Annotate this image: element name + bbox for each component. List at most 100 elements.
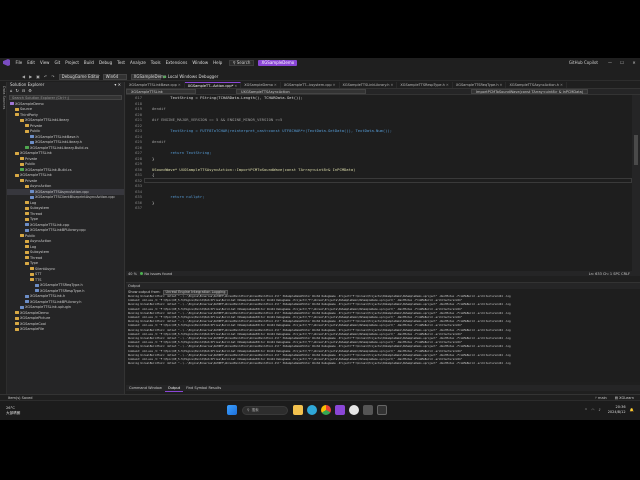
home-icon[interactable]: ⌂ <box>10 88 13 94</box>
document-tab[interactable]: XGSampleTTSLinkBase.cpp ✕ <box>126 82 185 88</box>
menu-item-git[interactable]: Git <box>52 60 63 66</box>
document-tab[interactable]: XGSampleTT...Action.cpp* ✕ <box>184 82 242 89</box>
taskbar-search-icon: ⚲ <box>247 408 250 412</box>
menu-item-window[interactable]: Window <box>190 60 211 66</box>
save-icon[interactable]: ▣ <box>36 74 40 80</box>
platform-dropdown[interactable]: Win64 <box>102 73 127 80</box>
menu-item-build[interactable]: Build <box>81 60 96 66</box>
back-icon[interactable]: ◀ <box>22 74 25 80</box>
tree-item[interactable]: XGSampleFile <box>7 327 124 333</box>
code-area[interactable]: TextString = FString(TCHARData.Length(),… <box>152 95 632 211</box>
folder-icon <box>15 322 19 326</box>
clock[interactable]: 20:36 2024/8/12 <box>608 405 626 414</box>
document-tab[interactable]: XGSampleTTSLinkLibrary.h ✕ <box>340 82 398 88</box>
title-bar: File Edit View Git Project Build Debug Test Anal… <box>0 58 640 67</box>
folder-icon <box>25 184 29 188</box>
settings-icon[interactable]: ⚙ <box>28 88 32 94</box>
tab-close-icon[interactable]: ✕ <box>500 82 503 88</box>
tab-close-icon[interactable]: ✕ <box>234 83 237 89</box>
nav-project-dropdown[interactable]: XGSampleTTSLink <box>126 89 196 94</box>
document-tab[interactable]: XGSampleTTSRespType.h ✕ <box>397 82 453 88</box>
menu-item-view[interactable]: View <box>37 60 52 66</box>
tab-close-icon[interactable]: ✕ <box>333 82 336 88</box>
file-icon <box>25 223 29 227</box>
output-tab[interactable]: Command Window <box>126 385 165 391</box>
refresh-icon[interactable]: ↻ <box>16 88 19 94</box>
windows-start-icon[interactable] <box>227 405 237 415</box>
config-dropdown[interactable]: DebugGame Editor <box>58 73 100 80</box>
output-log[interactable]: Running UnrealBuildTool: dotnet "..\..\E… <box>128 295 630 369</box>
forward-icon[interactable]: ▶ <box>29 74 32 80</box>
search-box[interactable]: ⚲ Search <box>228 59 255 66</box>
folder-icon <box>15 113 19 117</box>
explorer-search-input[interactable]: Search Solution Explorer (Ctrl+;) <box>9 95 122 100</box>
document-tab[interactable]: XGSampleTTSReqType.h ✕ <box>453 82 507 88</box>
collapse-icon[interactable]: ⊟ <box>22 88 25 94</box>
solution-explorer: Solution Explorer ▾ ✕ ⌂ ↻ ⊟ ⚙ Search Sol… <box>7 82 125 394</box>
document-tab[interactable]: XGSampleDemo ✕ <box>241 82 281 88</box>
vs-window: File Edit View Git Project Build Debug Test Anal… <box>0 58 640 420</box>
menu-item-edit[interactable]: Edit <box>25 60 38 66</box>
folder-icon <box>25 124 29 128</box>
document-tab[interactable]: XGSampleTTSAsyncAction.h ✕ <box>506 82 567 88</box>
notification-icon[interactable]: 🔔 <box>630 407 634 413</box>
output-panel: Output Show output from: Unreal Engine I… <box>126 282 640 382</box>
unreal-engine-icon[interactable] <box>349 405 359 415</box>
settings-app-icon[interactable] <box>363 405 373 415</box>
tree-item-label: XGSampleFile <box>20 327 45 332</box>
zoom-level[interactable]: 40 % <box>128 271 137 277</box>
terminal-icon[interactable] <box>377 405 387 415</box>
tab-close-icon[interactable]: ✕ <box>274 82 277 88</box>
editor-scrollbar[interactable] <box>632 95 640 271</box>
close-icon[interactable]: ✕ <box>628 60 640 66</box>
copilot-button[interactable]: GitHub Copilot <box>569 60 598 66</box>
weather-widget[interactable]: 26°C 大部晴朗 <box>6 406 20 415</box>
tab-close-icon[interactable]: ✕ <box>390 82 393 88</box>
run-debugger-button[interactable]: Local Windows Debugger <box>168 74 219 80</box>
tray-chevron-icon[interactable]: ^ <box>584 407 587 413</box>
chrome-icon[interactable] <box>321 405 331 415</box>
menu-item-project[interactable]: Project <box>63 60 82 66</box>
menu-item-analyze[interactable]: Analyze <box>128 60 149 66</box>
volume-icon[interactable]: ♪ <box>598 407 600 413</box>
search-icon: ⚲ <box>232 59 236 65</box>
output-bottom-tabs: Command Window Output Find Symbol Results <box>126 385 640 392</box>
pin-icon[interactable]: ▾ ✕ <box>114 82 121 88</box>
solution-tree: XGSampleDemo Source ThirdParty XGSampleTTSL… <box>7 101 124 332</box>
project-icon <box>10 102 14 106</box>
menu-item-tools[interactable]: Tools <box>148 60 163 66</box>
menu-item-file[interactable]: File <box>13 60 25 66</box>
startup-project-dropdown[interactable]: XGSampleDemo <box>130 73 166 80</box>
visual-studio-taskbar-icon[interactable] <box>335 405 345 415</box>
nav-member-dropdown[interactable]: ImportPCMToSoundWave(const TArray<uint8>… <box>471 89 589 94</box>
file-explorer-icon[interactable] <box>293 405 303 415</box>
play-icon[interactable]: ▶ <box>164 74 167 80</box>
menu-item-help[interactable]: Help <box>211 60 225 66</box>
nav-scope-dropdown[interactable]: UXGSampleTTSAsyncAction <box>236 89 366 94</box>
tab-close-icon[interactable]: ✕ <box>178 82 181 88</box>
undo-icon[interactable]: ↶ <box>44 74 47 80</box>
edge-icon[interactable] <box>307 405 317 415</box>
tab-close-icon[interactable]: ✕ <box>446 82 449 88</box>
redo-icon[interactable]: ↷ <box>51 74 54 80</box>
solution-name-badge[interactable]: XGSampleDemo <box>258 59 298 66</box>
maximize-icon[interactable]: ☐ <box>616 60 628 66</box>
folder-icon <box>25 256 29 260</box>
tab-close-icon[interactable]: ✕ <box>560 82 563 88</box>
output-tab[interactable]: Output <box>164 385 184 392</box>
menu-item-test[interactable]: Test <box>115 60 128 66</box>
menu-item-debug[interactable]: Debug <box>96 60 114 66</box>
output-source-dropdown[interactable]: Unreal Engine Integration Logging <box>162 289 229 295</box>
folder-icon <box>25 129 29 133</box>
issues-text[interactable]: No issues found <box>144 271 172 277</box>
code-editor[interactable]: 617 618 619 620 621 622 623 624 625 626 627 628 629 6… <box>126 95 632 271</box>
minimize-icon[interactable]: — <box>604 60 616 66</box>
cursor-position: Ln: 633 Ch: 1 SPC CRLF <box>588 271 630 276</box>
menu-item-extensions[interactable]: Extensions <box>163 60 190 66</box>
output-tab[interactable]: Find Symbol Results <box>183 385 224 391</box>
document-tab[interactable]: XGSampleTT...bsystem.cpp ✕ <box>281 82 340 88</box>
wifi-icon[interactable]: ◠ <box>591 407 594 413</box>
taskbar-search[interactable]: ⚲ 搜索 <box>242 405 288 415</box>
config-value: DebugGame Editor <box>61 73 100 79</box>
scroll-thumb[interactable] <box>634 135 638 165</box>
